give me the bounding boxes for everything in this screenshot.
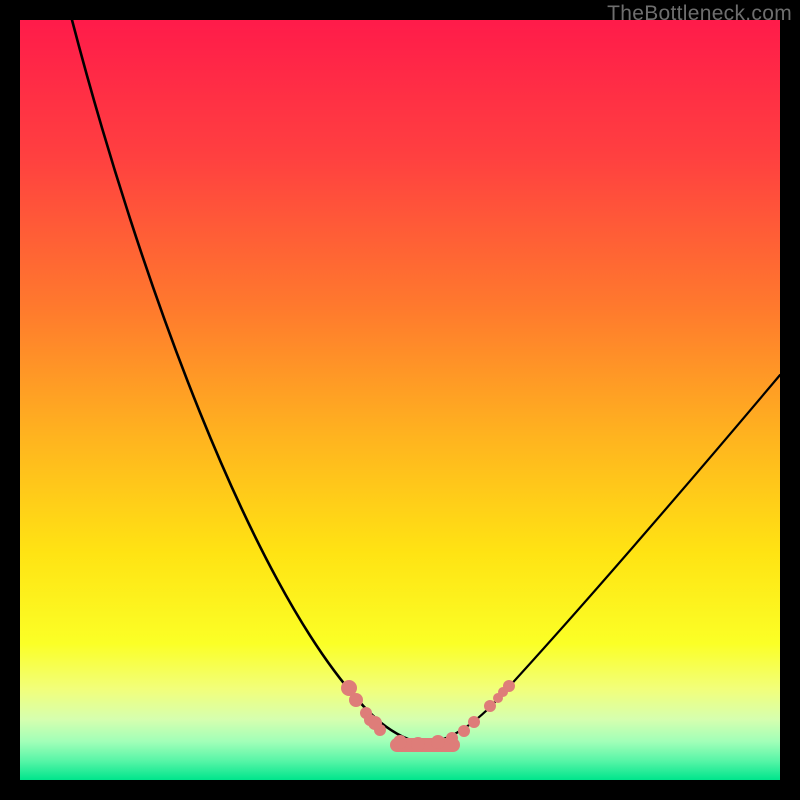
marker-dot xyxy=(393,735,407,749)
marker-dot xyxy=(411,737,425,751)
chart-curve-layer xyxy=(20,20,780,780)
curve-markers xyxy=(341,680,515,752)
marker-dot xyxy=(431,735,445,749)
marker-dot xyxy=(498,687,508,697)
chart-frame xyxy=(20,20,780,780)
curve-left xyxy=(72,20,425,744)
marker-dot xyxy=(458,725,470,737)
curve-series xyxy=(72,20,780,744)
marker-dot xyxy=(484,700,496,712)
marker-dot xyxy=(468,716,480,728)
curve-right xyxy=(425,375,780,744)
marker-dot xyxy=(368,716,382,730)
marker-dot xyxy=(349,693,363,707)
marker-dot xyxy=(446,732,458,744)
watermark-label: TheBottleneck.com xyxy=(607,2,792,26)
